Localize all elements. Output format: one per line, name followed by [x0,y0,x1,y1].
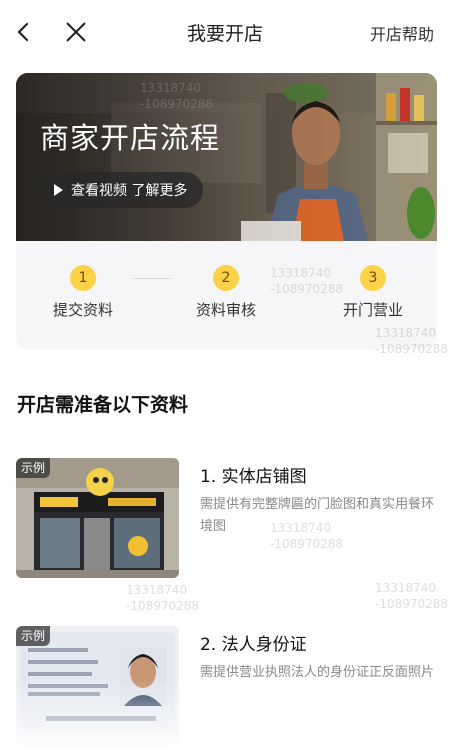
watch-video-button[interactable]: 查看视频 了解更多 [40,172,204,208]
step-review: 2 资料审核 [166,265,286,320]
nav-bar: 我要开店 开店帮助 [0,0,450,64]
watermark: 13318740 -108970288 [375,580,448,612]
material-description: 需提供营业执照法人的身份证正反面照片 [200,665,435,680]
help-link[interactable]: 开店帮助 [370,21,434,45]
material-description: 需提供有完整牌匾的门脸图和真实用餐环境图 [200,497,435,534]
id-card-example: 示例 [16,626,179,746]
example-badge: 示例 [16,458,51,478]
watermark: 13318740 -108970288 [126,582,199,614]
banner-photo [16,73,437,241]
step-number: 3 [360,265,386,291]
material-item-store-photo[interactable]: 示例 1. 实体店铺图 需提供有完整牌匾的门脸图和真实用餐环境图 [16,458,436,580]
play-icon [54,184,63,196]
step-label: 开门营业 [342,301,403,319]
example-badge: 示例 [16,626,51,646]
flow-steps: 1 提交资料 2 资料审核 3 开门营业 [16,241,437,349]
store-photo-example: 示例 [16,458,179,578]
banner-title: 商家开店流程 [40,121,221,155]
step-number: 2 [213,265,239,291]
flow-banner: 商家开店流程 查看视频 了解更多 [16,73,437,241]
step-label: 资料审核 [195,301,256,319]
step-submit: 1 提交资料 [23,265,143,320]
watermark-line: -108970288 [126,599,200,613]
step-label: 提交资料 [52,301,113,319]
step-number: 1 [70,265,96,291]
material-title: 2. 法人身份证 [200,635,307,655]
step-open: 3 开门营业 [313,265,433,320]
section-title: 开店需准备以下资料 [17,394,189,416]
store-opening-flow-card: 商家开店流程 查看视频 了解更多 1 提交资料 2 资料审核 3 开门营业 [16,73,437,349]
watch-video-label: 查看视频 了解更多 [71,183,188,199]
watermark-line: 13318740 [375,581,437,595]
watermark-line: -108970288 [375,597,449,611]
material-item-id-card[interactable]: 示例 2. 法人身份证 需提供营业执照法人的身份证正反面照片 [16,626,436,748]
watermark-line: 13318740 [126,583,188,597]
material-title: 1. 实体店铺图 [200,467,307,487]
